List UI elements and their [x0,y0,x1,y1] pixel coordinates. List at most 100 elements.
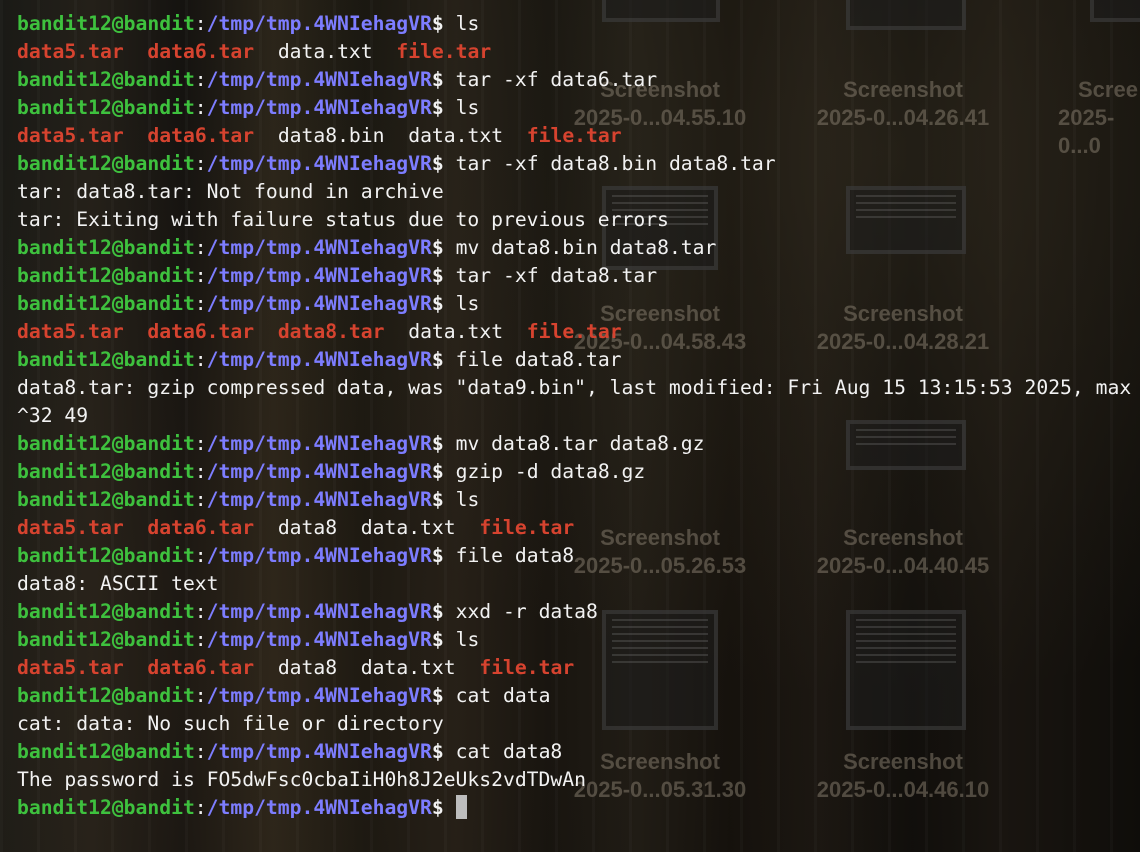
command-text: gzip -d data8.gz [455,460,646,483]
prompt-path: /tmp/tmp.4WNIehagVR [206,796,432,819]
prompt-dollar: $ [431,152,456,175]
prompt-dollar: $ [431,740,456,763]
prompt-dollar: $ [431,236,456,259]
prompt-path: /tmp/tmp.4WNIehagVR [206,236,432,259]
prompt-separator: : [194,152,207,175]
command-line: bandit12@bandit:/tmp/tmp.4WNIehagVR$ ls [17,290,479,318]
prompt-dollar: $ [431,488,456,511]
prompt-user-host: bandit12@bandit [17,292,195,315]
command-text: file data8.tar [455,348,622,371]
prompt-user-host: bandit12@bandit [17,236,195,259]
prompt-separator: : [194,264,207,287]
output-text: data8: ASCII text [17,572,219,595]
prompt-separator: : [194,12,207,35]
file-entry: data5.tar [17,124,124,147]
prompt-separator: : [194,600,207,623]
command-line: bandit12@bandit:/tmp/tmp.4WNIehagVR$ cat… [17,738,562,766]
prompt-dollar: $ [431,628,456,651]
ls-output: data5.tar data6.tar data8 data.txt file.… [17,514,574,542]
prompt-path: /tmp/tmp.4WNIehagVR [206,12,432,35]
file-entry: data8 [277,656,338,679]
file-entry: file.tar [479,516,575,539]
prompt-dollar: $ [431,12,456,35]
file-entry: data5.tar [17,40,124,63]
prompt-dollar: $ [431,68,456,91]
command-line: bandit12@bandit:/tmp/tmp.4WNIehagVR$ ls [17,10,479,38]
output-line: tar: data8.tar: Not found in archive [17,178,444,206]
prompt-separator: : [194,544,207,567]
ls-output: data5.tar data6.tar data8.bin data.txt f… [17,122,622,150]
prompt-dollar: $ [431,348,456,371]
prompt-path: /tmp/tmp.4WNIehagVR [206,600,432,623]
prompt-user-host: bandit12@bandit [17,544,195,567]
file-entry: file.tar [526,320,622,343]
prompt-path: /tmp/tmp.4WNIehagVR [206,684,432,707]
output-line: ^32 49 [17,402,88,430]
command-line: bandit12@bandit:/tmp/tmp.4WNIehagVR$ tar… [17,262,657,290]
ls-output: data5.tar data6.tar data.txt file.tar [17,38,491,66]
prompt-dollar: $ [431,264,456,287]
file-entry: data6.tar [147,320,255,343]
file-entry: data6.tar [147,124,255,147]
output-text: data8.tar: gzip compressed data, was "da… [17,376,1132,399]
file-entry: data.txt [360,656,456,679]
prompt-path: /tmp/tmp.4WNIehagVR [206,152,432,175]
prompt-separator: : [194,348,207,371]
prompt-separator: : [194,628,207,651]
output-text: tar: Exiting with failure status due to … [17,208,669,231]
prompt-separator: : [194,796,207,819]
command-line: bandit12@bandit:/tmp/tmp.4WNIehagVR$ ls [17,94,479,122]
command-line: bandit12@bandit:/tmp/tmp.4WNIehagVR$ fil… [17,542,574,570]
ls-output: data5.tar data6.tar data8 data.txt file.… [17,654,574,682]
prompt-separator: : [194,488,207,511]
command-text: ls [455,488,480,511]
command-line: bandit12@bandit:/tmp/tmp.4WNIehagVR$ cat… [17,682,550,710]
command-line: bandit12@bandit:/tmp/tmp.4WNIehagVR$ fil… [17,346,622,374]
file-entry: data8.bin [277,124,385,147]
current-prompt: bandit12@bandit:/tmp/tmp.4WNIehagVR$ [17,794,467,822]
prompt-user-host: bandit12@bandit [17,432,195,455]
file-entry: data6.tar [147,40,255,63]
prompt-separator: : [194,96,207,119]
prompt-dollar: $ [431,292,456,315]
ls-output: data5.tar data6.tar data8.tar data.txt f… [17,318,622,346]
prompt-user-host: bandit12@bandit [17,152,195,175]
prompt-dollar: $ [431,432,456,455]
prompt-path: /tmp/tmp.4WNIehagVR [206,740,432,763]
text-cursor[interactable] [455,795,467,819]
command-line: bandit12@bandit:/tmp/tmp.4WNIehagVR$ mv … [17,430,705,458]
prompt-separator: : [194,460,207,483]
prompt-dollar: $ [431,460,456,483]
command-line: bandit12@bandit:/tmp/tmp.4WNIehagVR$ xxd… [17,598,598,626]
file-entry: data5.tar [17,656,124,679]
prompt-user-host: bandit12@bandit [17,684,195,707]
prompt-user-host: bandit12@bandit [17,96,195,119]
command-line: bandit12@bandit:/tmp/tmp.4WNIehagVR$ gzi… [17,458,645,486]
file-entry: data8 [277,516,338,539]
file-entry: data.txt [408,320,504,343]
command-line: bandit12@bandit:/tmp/tmp.4WNIehagVR$ tar… [17,66,657,94]
prompt-path: /tmp/tmp.4WNIehagVR [206,432,432,455]
prompt-path: /tmp/tmp.4WNIehagVR [206,348,432,371]
command-text: xxd -r data8 [455,600,598,623]
prompt-dollar: $ [431,96,456,119]
file-entry: data5.tar [17,516,124,539]
command-line: bandit12@bandit:/tmp/tmp.4WNIehagVR$ mv … [17,234,716,262]
prompt-user-host: bandit12@bandit [17,68,195,91]
command-text: tar -xf data8.bin data8.tar [455,152,776,175]
prompt-user-host: bandit12@bandit [17,628,195,651]
command-text: tar -xf data8.tar [455,264,658,287]
command-text: mv data8.tar data8.gz [455,432,705,455]
prompt-separator: : [194,236,207,259]
prompt-path: /tmp/tmp.4WNIehagVR [206,68,432,91]
file-entry: data6.tar [147,516,255,539]
command-text: mv data8.bin data8.tar [455,236,717,259]
prompt-separator: : [194,432,207,455]
terminal-window[interactable]: bandit12@bandit:/tmp/tmp.4WNIehagVR$ ls d… [0,0,1140,852]
file-entry: data.txt [360,516,456,539]
prompt-user-host: bandit12@bandit [17,740,195,763]
prompt-separator: : [194,292,207,315]
output-text: The password is FO5dwFsc0cbaIiH0h8J2eUks… [17,768,586,791]
prompt-dollar: $ [431,796,456,819]
prompt-dollar: $ [431,600,456,623]
